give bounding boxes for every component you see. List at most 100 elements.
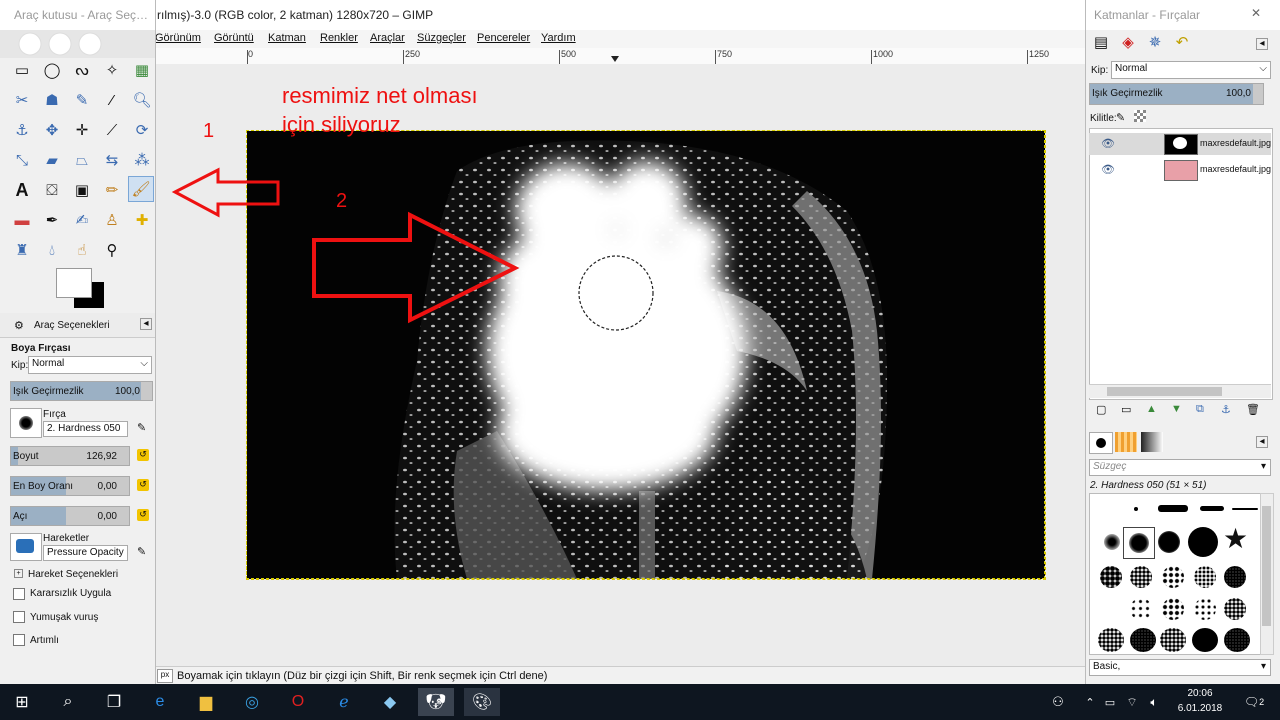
heal-icon[interactable]: ✚ xyxy=(130,208,154,232)
brush-preview[interactable] xyxy=(10,408,42,438)
brush-swatch[interactable] xyxy=(1192,628,1218,652)
unit-selector[interactable]: px xyxy=(157,669,173,683)
color-select-icon[interactable]: ▦ xyxy=(130,58,154,82)
new-layer-icon[interactable]: ▢ xyxy=(1096,403,1106,416)
dynamics-options-label[interactable]: Hareket Seçenekleri xyxy=(28,569,118,580)
move-icon[interactable]: ✥ xyxy=(40,118,64,142)
image-canvas[interactable] xyxy=(246,130,1046,580)
brush-swatch[interactable] xyxy=(1100,566,1122,588)
expander-plus-icon[interactable]: + xyxy=(14,569,23,578)
brush-grid[interactable]: ★ xyxy=(1089,493,1261,655)
paths-tab-icon[interactable]: ✵ xyxy=(1143,33,1167,55)
reset-icon[interactable]: ↺ xyxy=(137,479,149,491)
text-icon[interactable]: A xyxy=(10,178,34,202)
anchor-layer-icon[interactable]: ⚓︎ xyxy=(1221,403,1231,416)
brush-swatch[interactable] xyxy=(1188,527,1218,557)
undo-tab-icon[interactable]: ↶ xyxy=(1170,33,1194,55)
bucket-fill-icon[interactable]: ⛋ xyxy=(40,178,64,202)
ellipse-select-icon[interactable]: ◯ xyxy=(40,58,64,82)
scrollbar-thumb[interactable] xyxy=(1107,387,1222,396)
horizontal-ruler[interactable]: 0 250 500 750 1000 1250 xyxy=(155,48,1085,65)
brush-swatch[interactable] xyxy=(1224,598,1246,620)
close-icon[interactable]: ✕ xyxy=(1251,6,1261,20)
delete-layer-icon[interactable]: 🗑︎ xyxy=(1246,403,1260,416)
dock-menu-icon[interactable]: ◂ xyxy=(1256,38,1268,50)
layers-tab-icon[interactable]: ▤ xyxy=(1089,33,1113,55)
new-group-icon[interactable]: ▭ xyxy=(1121,403,1131,416)
internet-explorer-icon[interactable]: ℯ xyxy=(326,688,362,716)
opacity-spinbox[interactable]: Işık Geçirmezlik 100,0 xyxy=(10,381,153,401)
eraser-icon[interactable]: ▬ xyxy=(10,208,34,232)
star-brush-icon[interactable]: ★ xyxy=(1223,524,1248,554)
menu-filters[interactable]: Süzgeçler xyxy=(417,32,466,44)
align-icon[interactable]: ✛ xyxy=(70,118,94,142)
menu-tools[interactable]: Araçlar xyxy=(370,32,405,44)
visibility-eye-icon[interactable]: 👁︎ xyxy=(1101,163,1115,176)
brush-swatch[interactable] xyxy=(1104,534,1120,550)
mode-select[interactable]: Normal ⌵ xyxy=(28,356,152,374)
clone-icon[interactable]: ♙ xyxy=(100,208,124,232)
jitter-checkbox[interactable] xyxy=(13,588,25,600)
blur-icon[interactable]: 💧︎ xyxy=(40,238,64,262)
system-clock[interactable]: 20:06 6.01.2018 xyxy=(1170,686,1230,716)
lower-layer-icon[interactable]: ▼ xyxy=(1171,403,1182,415)
dynamics-preview[interactable] xyxy=(10,533,42,561)
search-icon[interactable]: ⌕ xyxy=(50,688,86,716)
volume-icon[interactable]: 🔈︎ xyxy=(1144,688,1164,716)
tray-up-icon[interactable]: ⌃ xyxy=(1080,688,1100,716)
brush-swatch[interactable] xyxy=(1160,628,1186,652)
menu-layer[interactable]: Katman xyxy=(268,32,306,44)
paintbrush-icon[interactable]: 🖌︎ xyxy=(128,176,154,202)
layer-row[interactable]: 👁︎ maxresdefault.jpg xyxy=(1089,159,1271,181)
crop-icon[interactable]: ⟋ xyxy=(100,118,124,142)
raise-layer-icon[interactable]: ▲ xyxy=(1146,403,1157,415)
horizontal-scrollbar[interactable] xyxy=(1089,384,1271,398)
ink-icon[interactable]: ✍ xyxy=(70,208,94,232)
tray-app-icon[interactable]: ▭ xyxy=(1100,688,1120,716)
brush-swatch[interactable] xyxy=(1158,505,1188,512)
rect-select-icon[interactable]: ▭ xyxy=(10,58,34,82)
brush-swatch[interactable] xyxy=(1232,508,1258,510)
menu-colors[interactable]: Renkler xyxy=(320,32,358,44)
scrollbar-thumb[interactable] xyxy=(1262,506,1271,626)
paths-icon[interactable]: ✎ xyxy=(70,88,94,112)
fuzzy-select-icon[interactable]: ✧ xyxy=(100,58,124,82)
toolbox-titlebar[interactable]: Araç kutusu - Araç Seç… xyxy=(0,0,155,30)
free-select-icon[interactable]: ᔓ xyxy=(70,58,94,82)
layer-opacity-spinbox[interactable]: Işık Geçirmezlik 100,0 xyxy=(1089,83,1264,105)
brushes-menu-icon[interactable]: ◂ xyxy=(1256,436,1268,448)
reset-icon[interactable]: ↺ xyxy=(137,509,149,521)
edit-icon[interactable]: ✎ xyxy=(137,421,146,434)
duplicate-layer-icon[interactable]: ⧉ xyxy=(1196,403,1204,416)
patterns-tab-icon[interactable] xyxy=(1115,432,1137,452)
menu-image[interactable]: Görüntü xyxy=(214,32,254,44)
measure-icon[interactable]: ⚓︎ xyxy=(10,118,34,142)
brush-filter-input[interactable]: Süzgeç ▾ xyxy=(1089,459,1271,476)
wifi-icon[interactable]: ⌔ xyxy=(1122,688,1142,716)
brush-swatch[interactable] xyxy=(1224,628,1250,652)
gradient-icon[interactable]: ▣ xyxy=(70,178,94,202)
foreground-color[interactable] xyxy=(56,268,92,298)
brushes-tab-icon[interactable] xyxy=(1089,432,1113,454)
paint-app-icon[interactable]: 🎨︎ xyxy=(464,688,500,716)
flip-icon[interactable]: ⇆ xyxy=(100,148,124,172)
menu-view[interactable]: Görünüm xyxy=(155,32,201,44)
shear-icon[interactable]: ▰ xyxy=(40,148,64,172)
zoom-icon[interactable]: 🔍︎ xyxy=(130,88,154,112)
airbrush-icon[interactable]: ✒ xyxy=(40,208,64,232)
gimp-taskbar-icon[interactable]: 🐶︎ xyxy=(418,688,454,716)
incremental-checkbox[interactable] xyxy=(13,634,25,646)
visibility-eye-icon[interactable]: 👁︎ xyxy=(1101,137,1115,150)
dock-titlebar[interactable]: Katmanlar - Fırçalar ✕ xyxy=(1086,0,1280,30)
opera-icon[interactable]: O xyxy=(280,688,316,716)
rotate-icon[interactable]: ⟳ xyxy=(130,118,154,142)
brush-swatch[interactable] xyxy=(1098,628,1124,652)
windows-start-icon[interactable]: ⊞ xyxy=(4,688,40,716)
image-window-titlebar[interactable]: rılmış)-3.0 (RGB color, 2 katman) 1280x7… xyxy=(155,0,1085,31)
gradients-tab-icon[interactable] xyxy=(1141,432,1163,452)
brush-swatch[interactable] xyxy=(1200,506,1224,511)
brush-swatch[interactable] xyxy=(1194,566,1216,588)
brush-swatch[interactable] xyxy=(1162,566,1184,588)
layer-mode-select[interactable]: Normal ⌵ xyxy=(1111,61,1271,79)
layer-row[interactable]: 👁︎ maxresdefault.jpg xyxy=(1089,133,1271,155)
